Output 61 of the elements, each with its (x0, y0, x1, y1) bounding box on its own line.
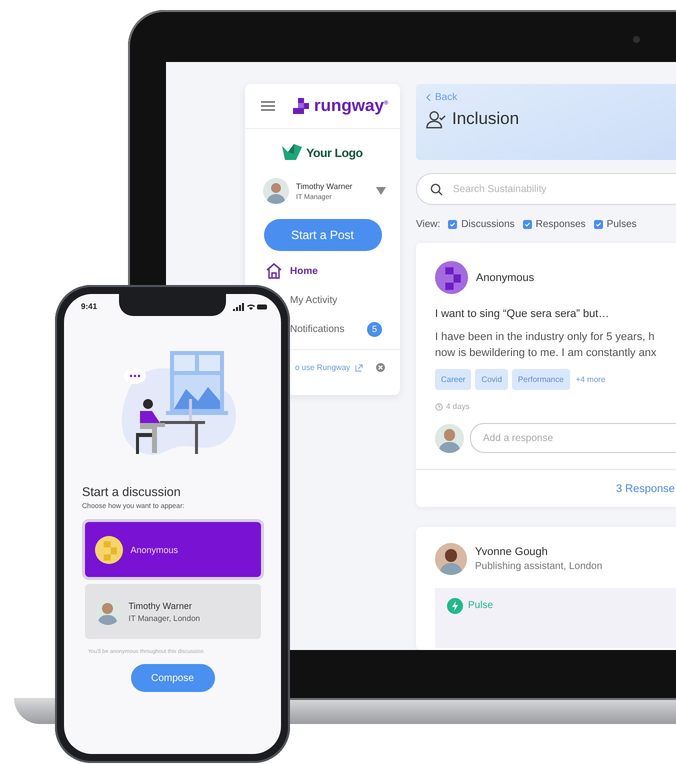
org-logo-icon (282, 144, 302, 162)
author-role: Publishing assistant, London (475, 561, 602, 572)
response-field[interactable]: Add a response (470, 423, 676, 454)
camera-lens-icon (633, 36, 640, 43)
avatar (435, 424, 464, 453)
author-name: Anonymous (476, 272, 534, 284)
discussion-title: Start a discussion (82, 485, 181, 499)
identity-option[interactable]: Timothy Warner IT Manager, London (84, 584, 260, 639)
post-text: I have been in the industry only for 5 years, h (435, 330, 656, 346)
page-title: Inclusion (452, 109, 520, 129)
clock-icon (435, 402, 443, 411)
nav-item[interactable]: Notifications (290, 324, 344, 334)
status-icons-drawing (233, 302, 267, 310)
post-age: 4 days (446, 402, 470, 412)
dropdown-icon[interactable] (376, 187, 386, 195)
start-post-button[interactable]: Start a Post (264, 219, 382, 251)
responses-link[interactable]: 3 Response (616, 482, 675, 495)
post-text: now is bewildering to me. I am constantly anx (435, 346, 658, 362)
nav-item[interactable]: Home (290, 266, 318, 276)
avatar (94, 598, 120, 624)
identity-option[interactable]: Anonymous (84, 522, 260, 577)
home-icon[interactable] (265, 262, 283, 280)
brand-name: rungway$^{®}$ (314, 96, 388, 116)
menu-icon[interactable] (261, 101, 275, 111)
lightning-icon (447, 598, 463, 614)
avatar (435, 543, 467, 576)
tag[interactable]: Performance (512, 369, 570, 390)
filter-checkbox[interactable] (594, 220, 603, 230)
anonymous-avatar-icon (94, 536, 122, 564)
filter-label: Discussions (461, 219, 515, 230)
post-title: I want to sing “Que sera sera” but… (435, 308, 610, 320)
compose-button[interactable]: Compose (130, 664, 214, 692)
notification-count: 5 (367, 322, 382, 336)
pulse-label: Pulse (468, 599, 494, 614)
filter-label: Pulses (606, 219, 637, 230)
person-check-icon (426, 110, 446, 128)
tag[interactable]: Covid (475, 369, 508, 390)
user-name: Timothy Warner (296, 182, 352, 190)
identity-name: Timothy Warner (128, 600, 193, 610)
brand-logo-icon (293, 98, 309, 114)
anonymous-avatar-icon (435, 261, 468, 294)
filter-checkbox[interactable] (522, 220, 532, 230)
back-link[interactable]: Back (426, 92, 676, 103)
filter-label: Responses (536, 219, 586, 230)
more-tags-link[interactable]: +4 more (576, 375, 606, 384)
search-field[interactable]: Search Sustainability (416, 173, 676, 206)
help-link[interactable]: o use Rungway (295, 363, 350, 372)
filter-checkbox[interactable] (448, 220, 458, 230)
org-logo-text: Your Logo (306, 146, 363, 160)
external-link-icon (355, 364, 364, 372)
view-label: View: (416, 219, 440, 230)
identity-role: IT Manager, London (128, 614, 200, 622)
status-time: 9:41 (81, 302, 98, 311)
author-name: Yvonne Gough (475, 546, 549, 558)
search-icon (430, 183, 443, 196)
close-icon[interactable] (376, 363, 386, 372)
chevron-left-icon (426, 93, 431, 102)
identity-name: Anonymous (130, 544, 178, 554)
tag[interactable]: Career (435, 369, 472, 390)
avatar (263, 178, 289, 204)
nav-item[interactable]: My Activity (290, 294, 338, 306)
